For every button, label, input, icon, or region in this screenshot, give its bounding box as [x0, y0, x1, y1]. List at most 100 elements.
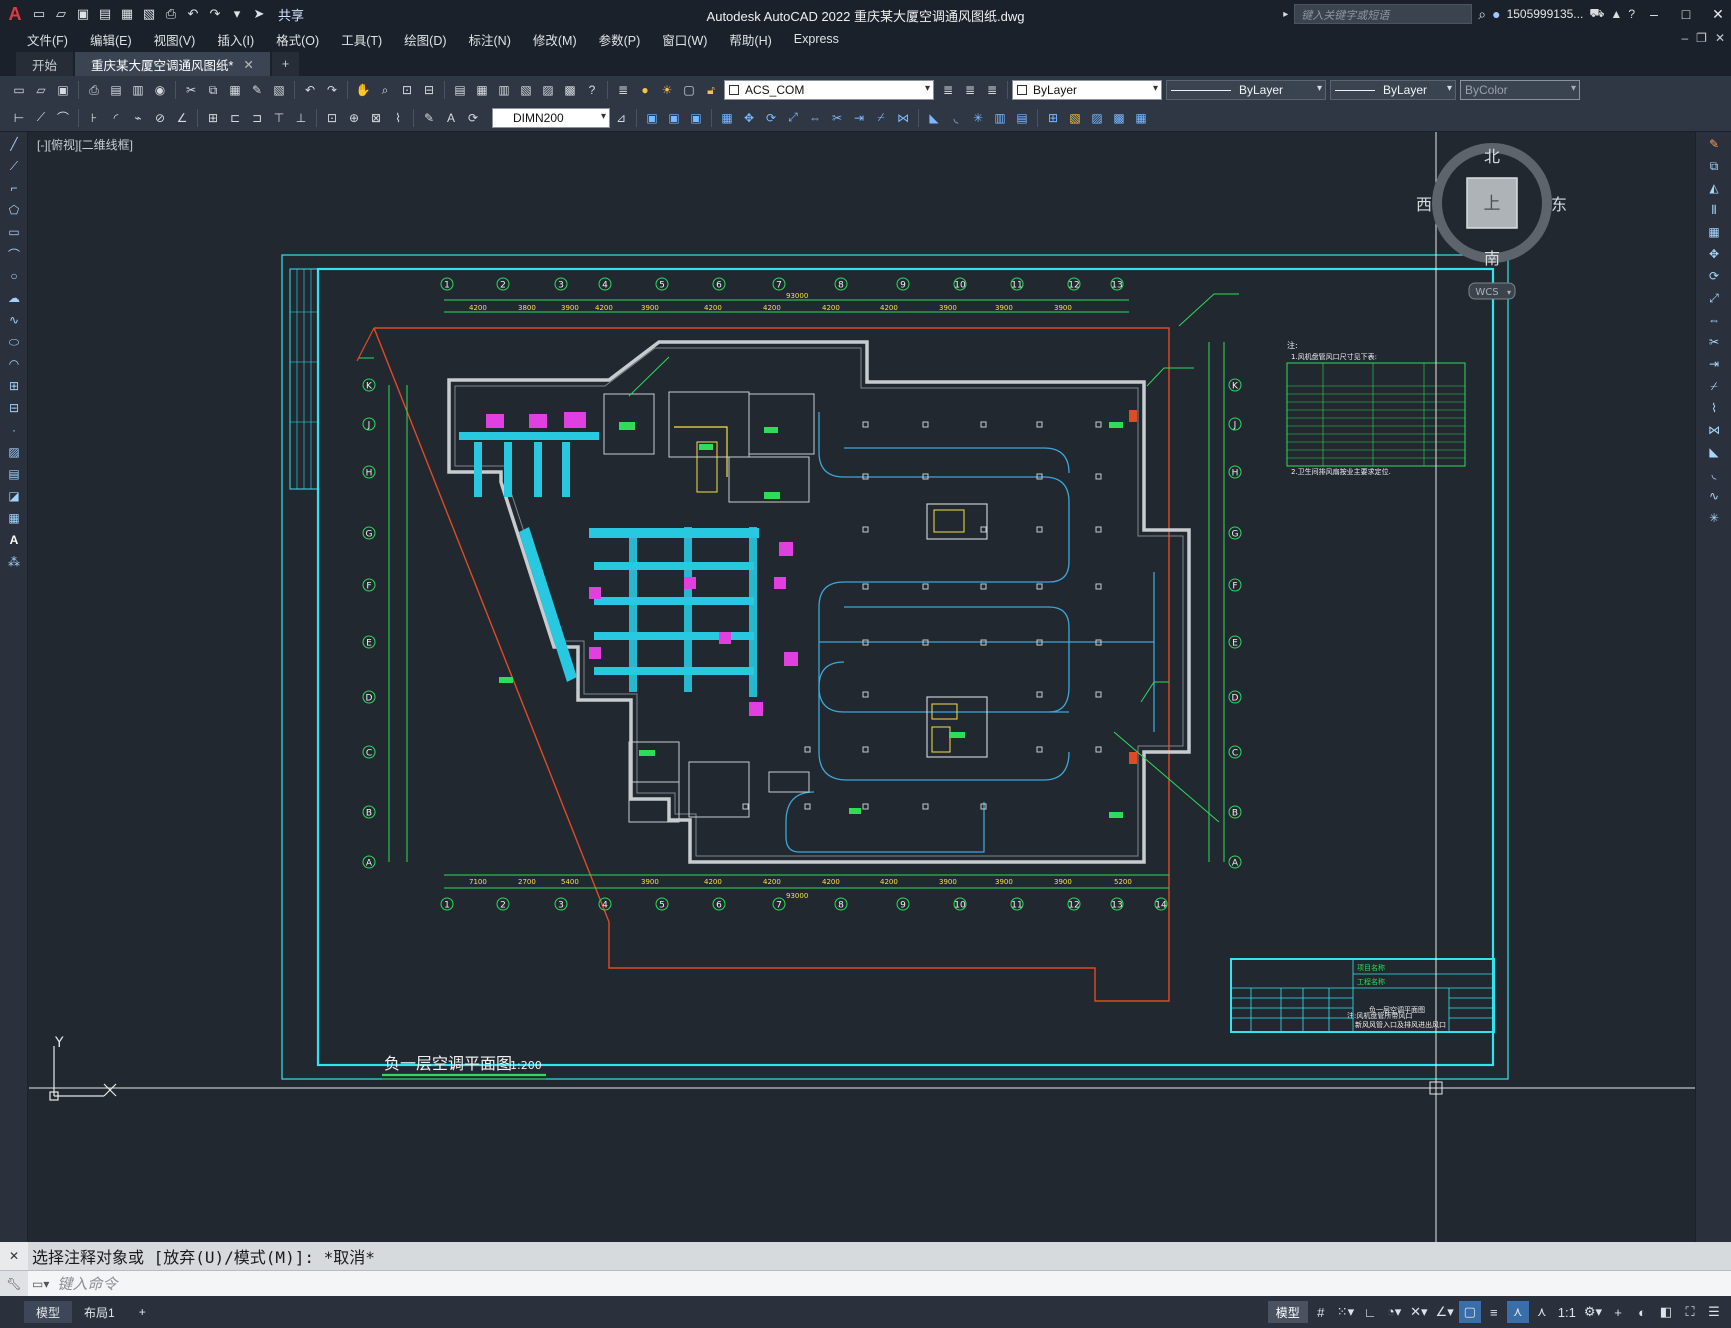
tolerance-icon[interactable]: ⊡ — [322, 108, 342, 128]
menu-file[interactable]: 文件(F) — [16, 30, 79, 49]
ellipse-icon[interactable]: ⬭ — [3, 332, 25, 352]
search-icon[interactable]: ⌕ — [1478, 6, 1486, 23]
erase-icon[interactable]: ✎ — [1702, 134, 1726, 154]
drawing-canvas[interactable]: [-][俯视][二维线框] 4200 3800 3900 4200 3900 4… — [29, 132, 1695, 1242]
markup-icon[interactable]: ▨ — [538, 80, 558, 100]
polygon-icon[interactable]: ⬠ — [3, 200, 25, 220]
scale-icon[interactable]: ⤢ — [783, 108, 803, 128]
fillet-icon[interactable]: ◟ — [1702, 464, 1726, 484]
rotate-icon[interactable]: ⟳ — [761, 108, 781, 128]
calculator-icon[interactable]: ▩ — [560, 80, 580, 100]
tab-start[interactable]: 开始 — [16, 52, 74, 76]
image-icon[interactable]: ▦ — [1131, 108, 1151, 128]
scale-icon[interactable]: ⤢ — [1702, 288, 1726, 308]
maximize-button[interactable]: □ — [1673, 6, 1699, 22]
isodraft-icon[interactable]: ✕▾ — [1407, 1301, 1430, 1323]
region-icon[interactable]: ◪ — [3, 486, 25, 506]
stretch-icon[interactable]: ⇔ — [805, 108, 825, 128]
ellipse-arc-icon[interactable]: ◠ — [3, 354, 25, 374]
dimstyle-manager-icon[interactable]: ⊿ — [611, 108, 631, 128]
menu-express[interactable]: Express — [783, 32, 850, 46]
customize-icon[interactable]: 🔧︎ — [0, 1270, 28, 1297]
jogged-linear-icon[interactable]: ⌇ — [388, 108, 408, 128]
polyline-icon[interactable]: ⌐ — [3, 178, 25, 198]
cut-icon[interactable]: ✂ — [181, 80, 201, 100]
plot-icon[interactable]: ⎙ — [162, 5, 180, 23]
search-input[interactable]: 键入关键字或短语 — [1294, 4, 1473, 24]
annotation-visibility-icon[interactable]: ⋏ — [1506, 1301, 1529, 1323]
join-icon[interactable]: ⋈ — [1702, 420, 1726, 440]
blend-icon[interactable]: ∿ — [1702, 486, 1726, 506]
zoom-previous-icon[interactable]: ⊟ — [419, 80, 439, 100]
fillet-icon[interactable]: ◟ — [946, 108, 966, 128]
autocad-logo-icon[interactable]: A — [0, 0, 30, 28]
model-space-button[interactable]: 模型 — [1267, 1301, 1308, 1323]
dim-ordinate-icon[interactable]: ⊦ — [84, 108, 104, 128]
trim-icon[interactable]: ✂ — [827, 108, 847, 128]
hatch-icon[interactable]: ▨ — [3, 442, 25, 462]
design-center-icon[interactable]: ▦ — [472, 80, 492, 100]
menu-insert[interactable]: 插入(I) — [206, 30, 265, 49]
join-icon[interactable]: ⋈ — [893, 108, 913, 128]
viewcube-south[interactable]: 南 — [1484, 249, 1500, 268]
xref-icon[interactable]: ▩ — [1109, 108, 1129, 128]
menu-modify[interactable]: 修改(M) — [522, 30, 588, 49]
doc-close-button[interactable]: ✕ — [1715, 31, 1725, 45]
share-button[interactable]: 共享 — [278, 5, 304, 24]
make-current-icon[interactable]: ≣ — [938, 80, 958, 100]
dim-linear-icon[interactable]: ⊢ — [9, 108, 29, 128]
stretch-icon[interactable]: ⇔ — [1702, 310, 1726, 330]
open-web-icon[interactable]: ▦ — [118, 5, 136, 23]
dim-baseline-icon[interactable]: ⊏ — [225, 108, 245, 128]
save-icon[interactable]: ▣ — [53, 80, 73, 100]
trim-icon[interactable]: ✂ — [1702, 332, 1726, 352]
explode-icon[interactable]: ✳ — [1702, 508, 1726, 528]
insert-block-icon[interactable]: ⊞ — [1043, 108, 1063, 128]
menu-dimension[interactable]: 标注(N) — [458, 30, 522, 49]
layer-state-icon[interactable]: ≣ — [982, 80, 1002, 100]
osnap-icon[interactable]: ∠▾ — [1433, 1301, 1457, 1323]
new-icon[interactable]: ▭ — [30, 5, 48, 23]
circle-icon[interactable]: ○ — [3, 266, 25, 286]
ortho-icon[interactable]: ∟ — [1359, 1301, 1381, 1323]
save-as-icon[interactable]: ▤ — [96, 5, 114, 23]
draworder-icon[interactable]: ▥ — [990, 108, 1010, 128]
layout-tab-layout1[interactable]: 布局1 — [72, 1301, 127, 1323]
offset-icon[interactable]: ⫴ — [1702, 200, 1726, 220]
publish-icon[interactable]: ▥ — [128, 80, 148, 100]
line-icon[interactable]: ╱ — [3, 134, 25, 154]
construction-line-icon[interactable]: ⟋ — [3, 156, 25, 176]
sheet-set-icon[interactable]: ▧ — [516, 80, 536, 100]
extend-icon[interactable]: ⇥ — [849, 108, 869, 128]
doc-minimize-button[interactable]: – — [1681, 31, 1688, 45]
gradient-icon[interactable]: ▤ — [3, 464, 25, 484]
help-icon[interactable]: ? — [582, 80, 602, 100]
array-icon[interactable]: ▦ — [717, 108, 737, 128]
array-icon[interactable]: ▦ — [1702, 222, 1726, 242]
minimize-button[interactable]: – — [1641, 6, 1667, 22]
menu-draw[interactable]: 绘图(D) — [393, 30, 457, 49]
wcs-label[interactable]: WCS — [1475, 287, 1498, 298]
dimstyle-dropdown[interactable]: DIMN200 ▾ — [492, 107, 610, 128]
copy-icon[interactable]: ⧉ — [203, 80, 223, 100]
add-icon[interactable]: + — [1607, 1301, 1629, 1323]
redo-icon[interactable]: ↷ — [206, 5, 224, 23]
arc-icon[interactable]: ⌒ — [3, 244, 25, 264]
dim-jogged-icon[interactable]: ⌁ — [128, 108, 148, 128]
break-icon[interactable]: ⌇ — [1702, 398, 1726, 418]
save-web-icon[interactable]: ▧ — [140, 5, 158, 23]
rectangle-icon[interactable]: ▭ — [3, 222, 25, 242]
zoom-realtime-icon[interactable]: ⌕ — [375, 80, 395, 100]
menu-view[interactable]: 视图(V) — [143, 30, 207, 49]
revcloud-icon[interactable]: ☁ — [3, 288, 25, 308]
command-prompt-icon[interactable]: ▭▾ — [28, 1277, 49, 1291]
dim-text-edit-icon[interactable]: A — [441, 108, 461, 128]
lineweight-icon[interactable]: ≡ — [1483, 1301, 1505, 1323]
offset-icon[interactable]: ▣ — [686, 108, 706, 128]
dim-break-icon[interactable]: ⊥ — [291, 108, 311, 128]
linetype-dropdown[interactable]: ByLayer ▾ — [1166, 80, 1326, 100]
chamfer-icon[interactable]: ◣ — [924, 108, 944, 128]
annotation-scale[interactable]: 1:1 — [1555, 1301, 1579, 1323]
copy-icon[interactable]: ⧉ — [1702, 156, 1726, 176]
new-tab-button[interactable]: + — [271, 52, 300, 76]
